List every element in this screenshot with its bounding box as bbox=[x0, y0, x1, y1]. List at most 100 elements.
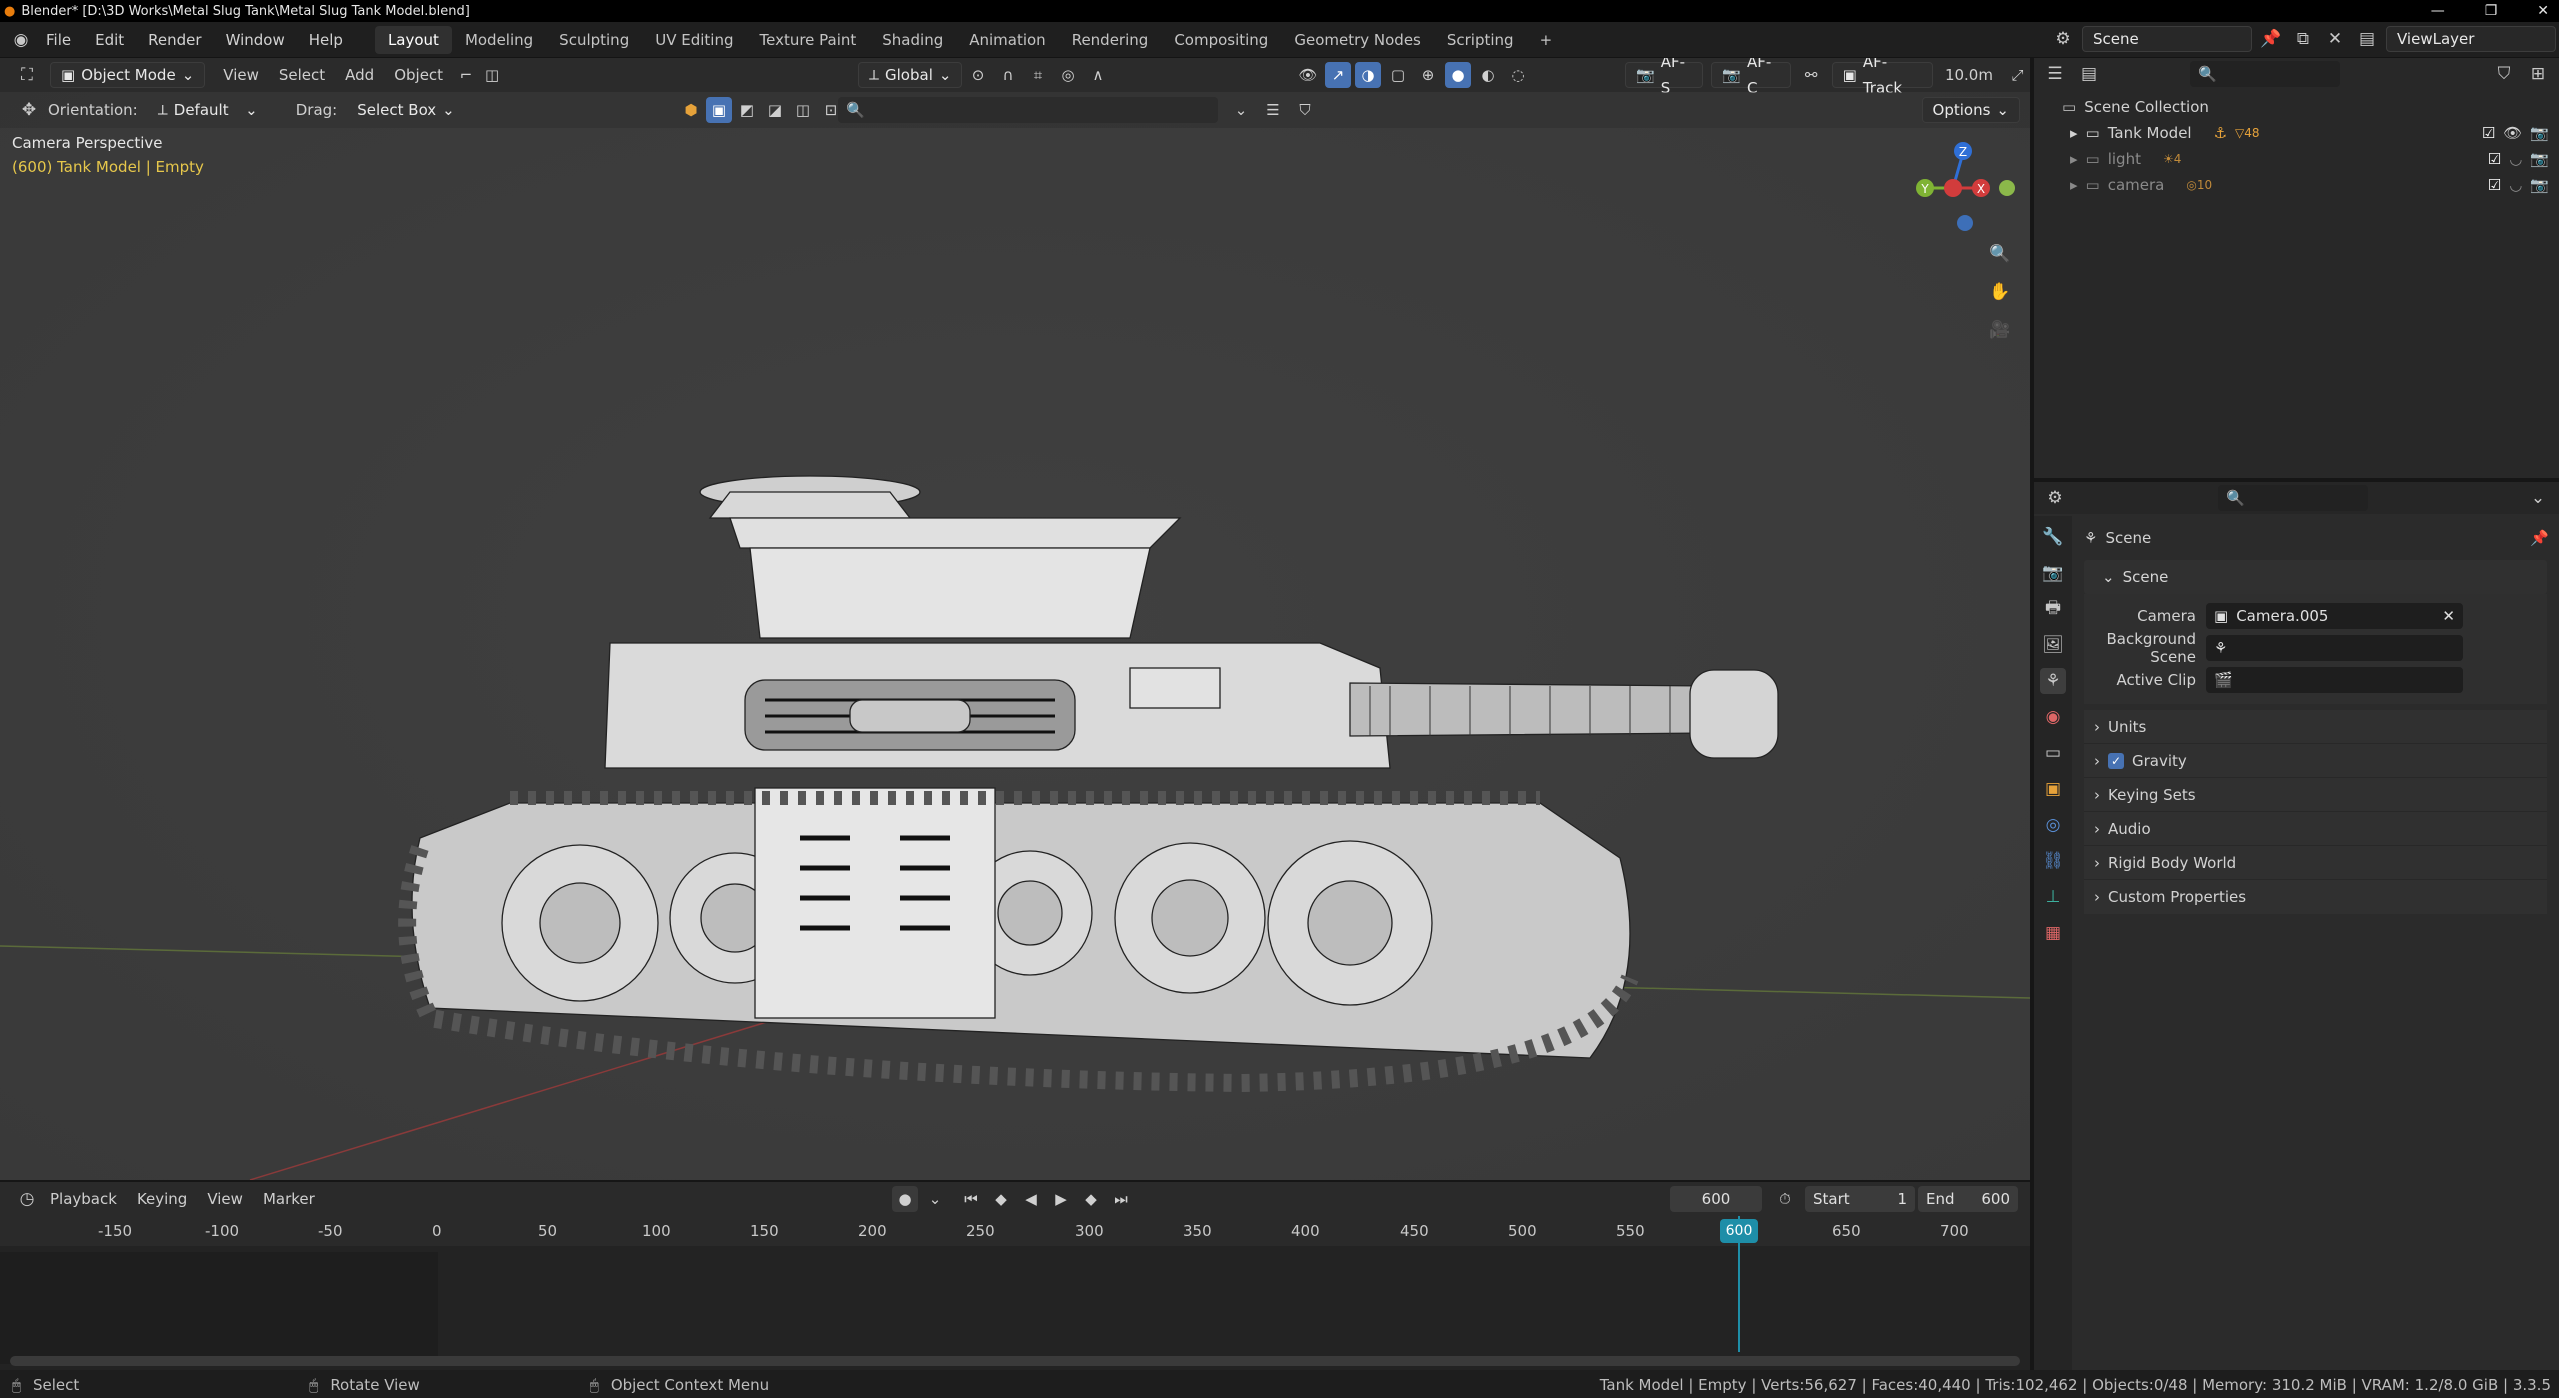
eye-closed-icon[interactable]: ◡ bbox=[2509, 176, 2522, 194]
snap-toggle-icon[interactable]: ⌐ bbox=[453, 62, 479, 88]
transform-orientation-dropdown[interactable]: ⟂ Global ⌄ bbox=[858, 62, 963, 88]
active-clip-field[interactable]: 🎬 bbox=[2206, 667, 2463, 693]
dropdown-icon[interactable]: ⌄ bbox=[1228, 97, 1254, 123]
solid-shading-icon[interactable]: ● bbox=[1445, 62, 1471, 88]
wireframe-shading-icon[interactable]: ⊕ bbox=[1415, 62, 1441, 88]
camera-view-icon[interactable]: 🎥 bbox=[1987, 317, 2013, 343]
expand-arrow-icon[interactable]: ▸ bbox=[2070, 150, 2078, 168]
scene-icon[interactable]: ⚙ bbox=[2050, 26, 2076, 52]
object-tab-icon[interactable]: ▣ bbox=[2040, 776, 2066, 802]
playhead-frame[interactable]: 600 bbox=[1720, 1219, 1758, 1243]
filter-icon[interactable]: ⛉ bbox=[2491, 61, 2517, 87]
select-invert-icon[interactable]: ◫ bbox=[790, 97, 816, 123]
audio-panel[interactable]: › Audio bbox=[2084, 812, 2547, 846]
outliner-row[interactable]: ▸ ▭ Tank Model ⚓ ▽48 ☑ 👁 📷 bbox=[2034, 120, 2559, 146]
output-tab-icon[interactable]: 🖶 bbox=[2040, 596, 2066, 622]
menu-marker[interactable]: Marker bbox=[253, 1190, 325, 1208]
prev-keyframe-icon[interactable]: ◆ bbox=[988, 1186, 1014, 1212]
tab-geometry-nodes[interactable]: Geometry Nodes bbox=[1281, 26, 1434, 54]
gizmo-icon[interactable]: ↗ bbox=[1325, 62, 1351, 88]
eye-icon[interactable]: 👁 bbox=[2503, 124, 2522, 142]
mode-dropdown[interactable]: ▣ Object Mode ⌄ bbox=[50, 62, 206, 88]
next-keyframe-icon[interactable]: ◆ bbox=[1078, 1186, 1104, 1212]
camera-render-icon[interactable]: 📷 bbox=[2530, 124, 2549, 142]
navigation-gizmo[interactable]: Z Y X bbox=[1905, 133, 2025, 233]
falloff-icon[interactable]: ∧ bbox=[1085, 62, 1111, 88]
move-tool-icon[interactable]: ✥ bbox=[16, 97, 42, 123]
jump-end-icon[interactable]: ⏭ bbox=[1108, 1186, 1134, 1212]
expand-arrow-icon[interactable]: ▸ bbox=[2070, 176, 2078, 194]
clear-icon[interactable]: ✕ bbox=[2442, 607, 2455, 625]
render-tab-icon[interactable]: 📷 bbox=[2040, 560, 2066, 586]
select-subtract-icon[interactable]: ◪ bbox=[762, 97, 788, 123]
tab-layout[interactable]: Layout bbox=[374, 25, 452, 54]
menu-object[interactable]: Object bbox=[384, 66, 453, 84]
af-s-button[interactable]: 📷 AF-S bbox=[1625, 58, 1704, 97]
visibility-icon[interactable]: 👁 bbox=[1295, 62, 1321, 88]
gravity-checkbox[interactable]: ✓ bbox=[2108, 752, 2124, 769]
delete-scene-icon[interactable]: ✕ bbox=[2322, 26, 2348, 52]
add-workspace-icon[interactable]: + bbox=[1527, 26, 1566, 54]
timeline-area[interactable]: -150 -100 -50 0 50 100 150 200 250 300 3… bbox=[0, 1216, 2030, 1370]
rigid-body-world-panel[interactable]: › Rigid Body World bbox=[2084, 846, 2547, 880]
tab-texture-paint[interactable]: Texture Paint bbox=[746, 26, 869, 54]
menu-render[interactable]: Render bbox=[136, 31, 213, 49]
new-collection-icon[interactable]: ⊞ bbox=[2525, 61, 2551, 87]
gravity-panel[interactable]: › ✓ Gravity bbox=[2084, 744, 2547, 778]
maximize-area-icon[interactable]: ⤢ bbox=[2005, 62, 2030, 88]
physics-tab-icon[interactable]: ◎ bbox=[2040, 812, 2066, 838]
world-tab-icon[interactable]: ◉ bbox=[2040, 704, 2066, 730]
menu-keying[interactable]: Keying bbox=[127, 1190, 197, 1208]
zoom-icon[interactable]: 🔍 bbox=[1987, 241, 2013, 267]
menu-view[interactable]: View bbox=[213, 66, 269, 84]
select-new-icon[interactable]: ▣ bbox=[706, 97, 732, 123]
data-tab-icon[interactable]: ⊥ bbox=[2040, 884, 2066, 910]
display-mode-icon[interactable]: ▤ bbox=[2076, 61, 2102, 87]
magnet-icon[interactable]: ∩ bbox=[995, 62, 1021, 88]
editor-type-icon[interactable]: ⛶ bbox=[14, 62, 40, 88]
scene-panel-header[interactable]: ⌄ Scene bbox=[2084, 560, 2547, 594]
select-extend-icon[interactable]: ◩ bbox=[734, 97, 760, 123]
scene-tab-icon[interactable]: ⚘ bbox=[2040, 668, 2066, 694]
overlay-icon[interactable]: ◑ bbox=[1355, 62, 1381, 88]
rendered-shading-icon[interactable]: ◌ bbox=[1505, 62, 1531, 88]
camera-render-icon[interactable]: 📷 bbox=[2530, 176, 2549, 194]
focus-distance[interactable]: 10.0m bbox=[1941, 66, 1997, 84]
properties-editor-icon[interactable]: ⚙ bbox=[2042, 485, 2068, 511]
close-icon[interactable]: ✕ bbox=[2537, 3, 2549, 19]
texture-tab-icon[interactable]: ▦ bbox=[2040, 920, 2066, 946]
pivot-icon[interactable]: ⊙ bbox=[965, 62, 991, 88]
constraints-tab-icon[interactable]: ⛓ bbox=[2040, 848, 2066, 874]
pin-icon[interactable]: 📌 bbox=[2530, 529, 2549, 547]
exclude-checkbox[interactable]: ☑ bbox=[2482, 124, 2495, 142]
outliner-search-input[interactable]: 🔍 bbox=[2190, 61, 2340, 87]
proportional-icon[interactable]: ◫ bbox=[479, 62, 505, 88]
af-track-button[interactable]: ▣ AF-Track bbox=[1831, 58, 1933, 97]
list-icon[interactable]: ☰ bbox=[1260, 97, 1286, 123]
custom-properties-panel[interactable]: › Custom Properties bbox=[2084, 880, 2547, 914]
orientation-dropdown[interactable]: ⟂ Default ⌄ bbox=[148, 97, 268, 123]
end-frame-field[interactable]: End 600 bbox=[1918, 1186, 2018, 1212]
timeline-scrollbar[interactable] bbox=[10, 1356, 2020, 1366]
tab-sculpting[interactable]: Sculpting bbox=[546, 26, 642, 54]
menu-file[interactable]: File bbox=[34, 31, 83, 49]
drag-dropdown[interactable]: Select Box ⌄ bbox=[347, 97, 465, 123]
tab-compositing[interactable]: Compositing bbox=[1161, 26, 1281, 54]
camera-field[interactable]: ▣ Camera.005 ✕ bbox=[2206, 603, 2463, 629]
minimize-icon[interactable]: — bbox=[2431, 3, 2445, 19]
view-layer-field[interactable]: ViewLayer bbox=[2386, 26, 2556, 52]
menu-help[interactable]: Help bbox=[297, 31, 355, 49]
current-frame-field[interactable]: 600 bbox=[1670, 1186, 1762, 1212]
tank-model[interactable] bbox=[390, 418, 1810, 1098]
exclude-checkbox[interactable]: ☑ bbox=[2488, 176, 2501, 194]
tab-scripting[interactable]: Scripting bbox=[1434, 26, 1527, 54]
pin-icon[interactable]: 📌 bbox=[2258, 26, 2284, 52]
eye-closed-icon[interactable]: ◡ bbox=[2509, 150, 2522, 168]
play-reverse-icon[interactable]: ◀ bbox=[1018, 1186, 1044, 1212]
menu-edit[interactable]: Edit bbox=[83, 31, 136, 49]
properties-search-input[interactable]: 🔍 bbox=[2218, 485, 2368, 511]
tab-animation[interactable]: Animation bbox=[956, 26, 1058, 54]
tab-uv-editing[interactable]: UV Editing bbox=[642, 26, 746, 54]
tab-shading[interactable]: Shading bbox=[869, 26, 956, 54]
menu-playback[interactable]: Playback bbox=[40, 1190, 127, 1208]
